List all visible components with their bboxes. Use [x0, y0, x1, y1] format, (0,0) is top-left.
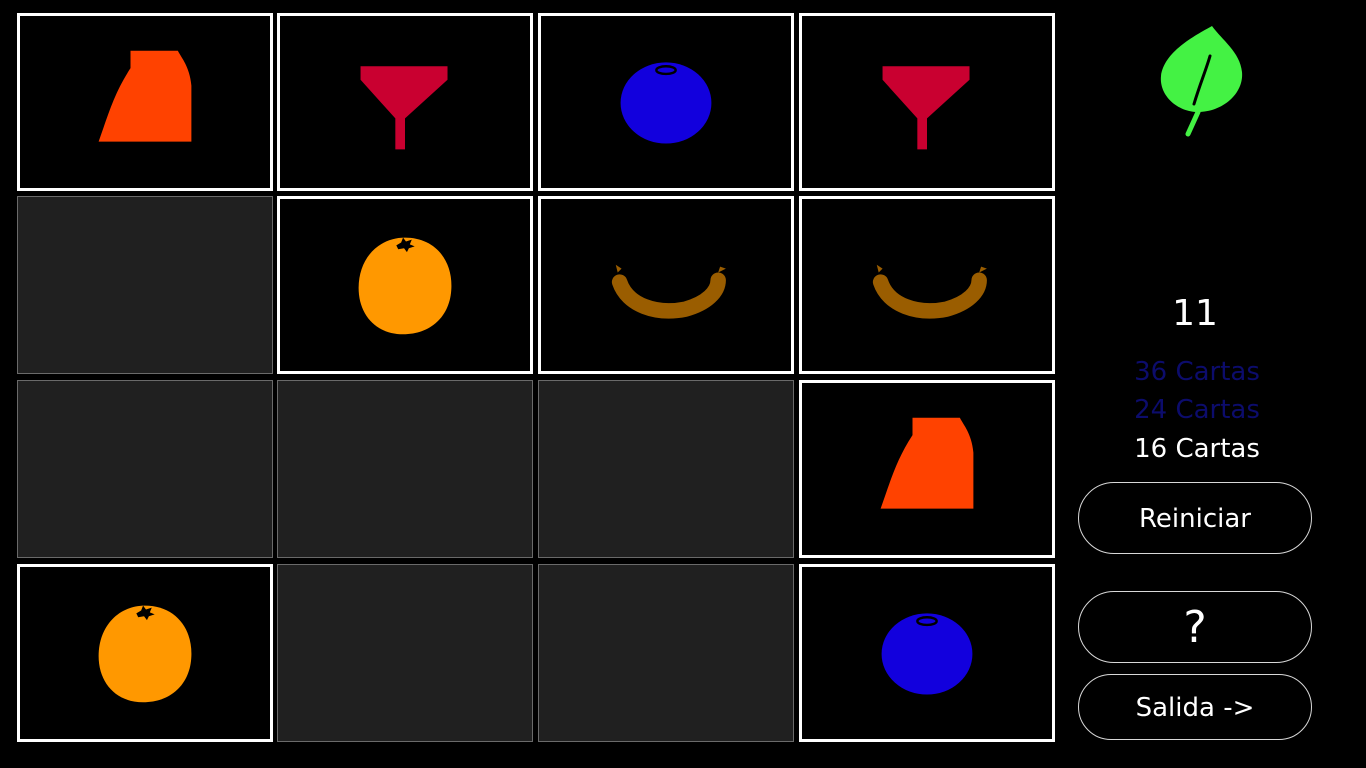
exit-button[interactable]: Salida -> [1078, 674, 1312, 740]
card-sausage[interactable] [799, 196, 1055, 374]
card-orange[interactable] [17, 564, 273, 742]
card-face-down[interactable] [17, 380, 273, 558]
skirt-icon [880, 417, 974, 509]
card-sausage[interactable] [538, 196, 794, 374]
sausage-icon [872, 264, 987, 319]
skirt-icon [98, 50, 192, 142]
card-face-down[interactable] [277, 380, 533, 558]
card-blueberry[interactable] [538, 13, 794, 191]
orange-icon [358, 237, 452, 335]
option-24-cards[interactable]: 24 Cartas [1080, 393, 1314, 427]
card-blueberry[interactable] [799, 564, 1055, 742]
orange-icon [98, 605, 192, 703]
funnel-icon [360, 66, 448, 150]
card-skirt[interactable] [799, 380, 1055, 558]
card-funnel[interactable] [277, 13, 533, 191]
card-face-down[interactable] [277, 564, 533, 742]
blueberry-icon [881, 613, 973, 695]
restart-button[interactable]: Reiniciar [1078, 482, 1312, 554]
card-orange[interactable] [277, 196, 533, 374]
card-face-down[interactable] [538, 380, 794, 558]
blueberry-icon [620, 62, 712, 144]
funnel-icon [882, 66, 970, 150]
help-button[interactable]: ? [1078, 591, 1312, 663]
leaf-icon [1160, 26, 1243, 137]
sausage-icon [611, 264, 726, 319]
score-counter: 11 [1172, 293, 1218, 334]
game-board: 11 36 Cartas 24 Cartas 16 Cartas Reinici… [0, 0, 1366, 768]
card-funnel[interactable] [799, 13, 1055, 191]
option-36-cards[interactable]: 36 Cartas [1080, 355, 1314, 389]
card-face-down[interactable] [17, 196, 273, 374]
option-16-cards[interactable]: 16 Cartas [1080, 432, 1314, 466]
card-skirt[interactable] [17, 13, 273, 191]
card-face-down[interactable] [538, 564, 794, 742]
